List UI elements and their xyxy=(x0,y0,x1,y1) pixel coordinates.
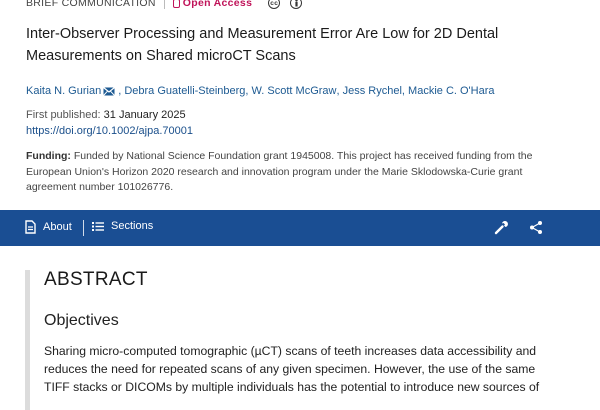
author-link[interactable]: Debra Guatelli-Steinberg xyxy=(124,85,245,97)
open-access-icon xyxy=(172,0,180,8)
about-label: About xyxy=(43,221,72,233)
funding-label: Funding: xyxy=(26,150,71,162)
objectives-text: Sharing micro-computed tomographic (µCT)… xyxy=(44,344,540,394)
author-link[interactable]: W. Scott McGraw xyxy=(252,85,337,97)
list-icon xyxy=(92,221,104,231)
share-icon xyxy=(530,221,542,234)
article-toolbar: About Sections xyxy=(0,210,600,246)
open-access-badge[interactable]: Open Access xyxy=(172,0,253,9)
document-icon xyxy=(25,220,36,234)
author-list: Kaita N. Gurian , Debra Guatelli-Steinbe… xyxy=(26,85,495,97)
first-published-label: First published: xyxy=(26,109,101,121)
by-icon[interactable] xyxy=(290,0,303,9)
cc-icon[interactable]: cc xyxy=(268,0,281,9)
first-published: First published: 31 January 2025 xyxy=(26,109,186,121)
wrench-icon xyxy=(494,221,508,235)
abstract-heading: ABSTRACT xyxy=(44,269,148,290)
first-published-date: 31 January 2025 xyxy=(103,109,186,121)
article-title: Inter-Observer Processing and Measuremen… xyxy=(26,26,499,64)
sections-label: Sections xyxy=(111,220,154,232)
article-type: Brief Communication xyxy=(26,0,156,9)
author-link[interactable]: Mackie C. O'Hara xyxy=(408,85,494,97)
share-button[interactable] xyxy=(529,220,543,235)
article-meta-row: Brief Communication Open Access cc xyxy=(26,0,303,10)
funding-statement: Funding: Funded by National Science Foun… xyxy=(26,149,566,196)
tools-button[interactable] xyxy=(494,220,509,235)
about-button[interactable]: About xyxy=(25,220,72,234)
toolbar-divider xyxy=(83,220,84,236)
author-link[interactable]: Kaita N. Gurian xyxy=(26,85,101,97)
sections-button[interactable]: Sections xyxy=(92,220,153,232)
objectives-heading: Objectives xyxy=(44,312,119,329)
doi-link[interactable]: https://doi.org/10.1002/ajpa.70001 xyxy=(26,125,193,137)
mail-icon[interactable] xyxy=(103,86,116,96)
open-access-label: Open Access xyxy=(182,0,253,9)
author-link[interactable]: Jess Rychel xyxy=(343,85,402,97)
funding-text: Funded by National Science Foundation gr… xyxy=(26,150,533,193)
abstract-side-bar xyxy=(25,270,30,410)
meta-divider xyxy=(163,0,165,9)
